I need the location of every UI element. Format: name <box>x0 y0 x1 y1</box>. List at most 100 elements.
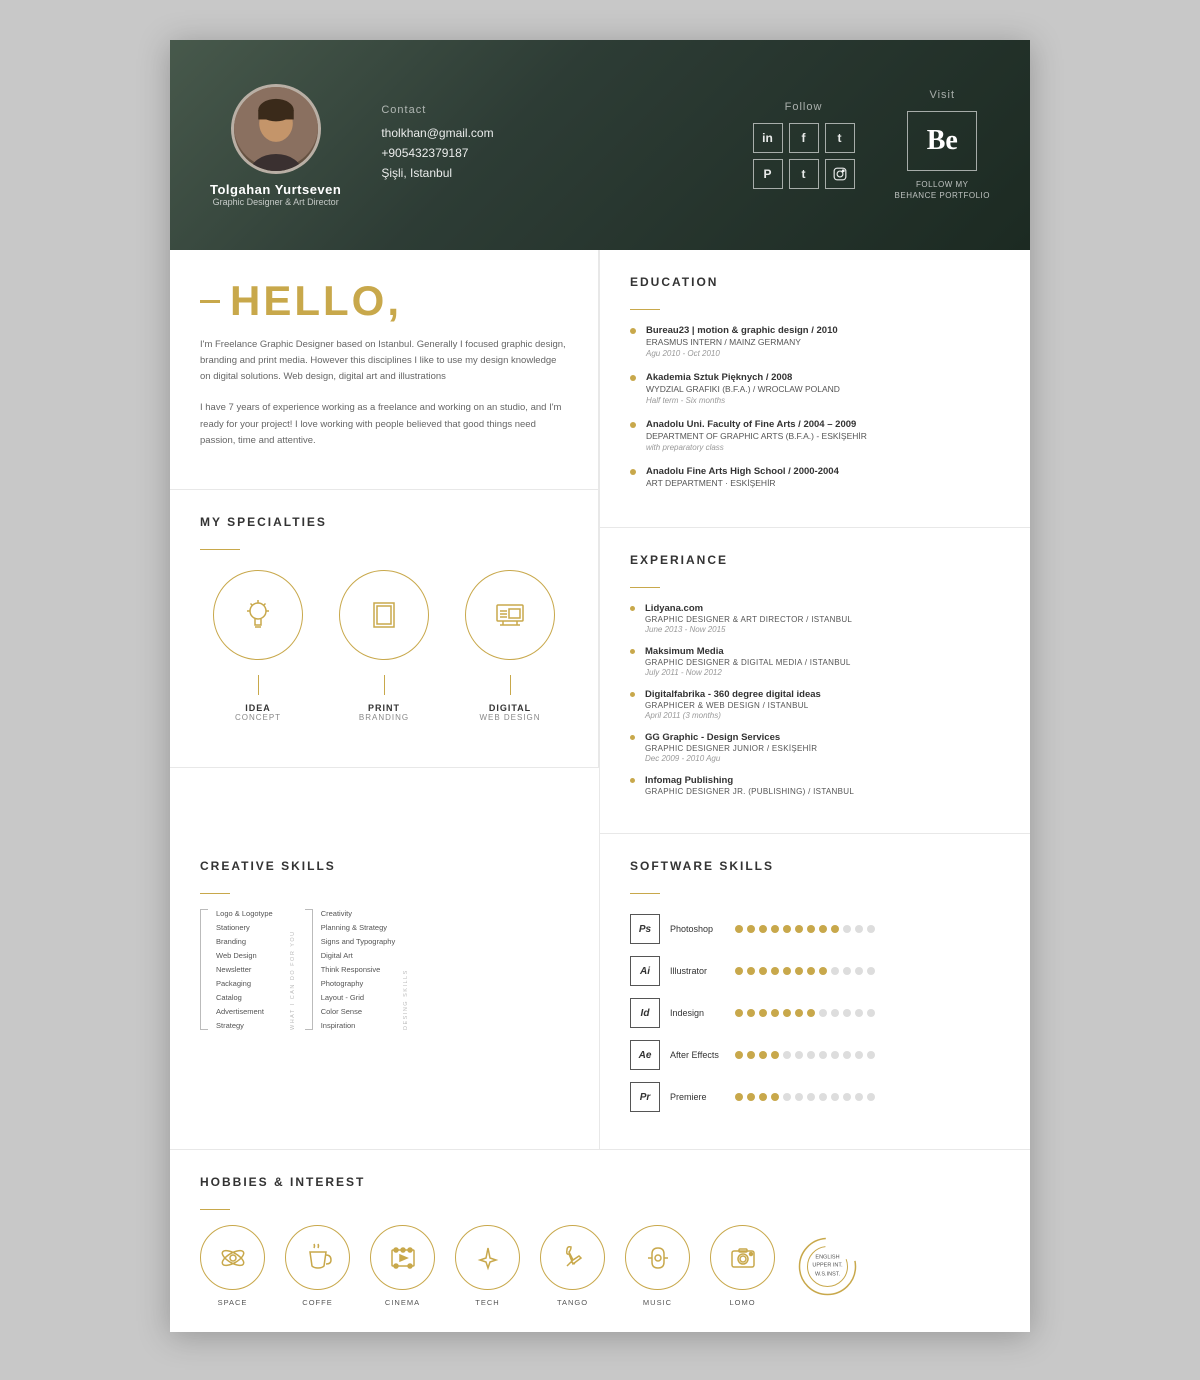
sw-dot-1-3 <box>771 967 779 975</box>
edu-item-4: Anadolu Fine Arts High School / 2000-200… <box>630 466 1000 488</box>
sw-dot-1-6 <box>807 967 815 975</box>
sw-name-0: Photoshop <box>670 924 735 934</box>
exp-title-4: GG Graphic - Design Services <box>645 732 817 743</box>
left-bracket <box>200 909 208 1030</box>
cs-col2-item-9: Inspiration <box>321 1021 396 1030</box>
specialty-label-3: DIGITAL <box>489 703 531 713</box>
hobby-lomo-circle <box>710 1225 775 1290</box>
education-title: EDUCATION <box>630 275 1000 289</box>
sw-dot-2-7 <box>819 1009 827 1017</box>
sw-dot-2-5 <box>795 1009 803 1017</box>
sw-dot-0-9 <box>843 925 851 933</box>
sw-item-1: AiIllustrator <box>630 956 1000 986</box>
specialty-idea-circle <box>213 570 303 660</box>
exp-item-2: Maksimum Media GRAPHIC DESIGNER & DIGITA… <box>630 646 1000 677</box>
specialty-print-circle <box>339 570 429 660</box>
hobby-tech-label: TECH <box>475 1298 499 1307</box>
sw-dot-4-6 <box>807 1093 815 1101</box>
pinterest-icon[interactable]: P <box>753 159 783 189</box>
experience-section: EXPERIANCE Lidyana.com GRAPHIC DESIGNER … <box>600 528 1030 834</box>
exp-dot-2 <box>630 649 635 654</box>
edu-dot-2 <box>630 375 636 381</box>
facebook-icon[interactable]: f <box>789 123 819 153</box>
sw-dot-4-5 <box>795 1093 803 1101</box>
twitter-icon[interactable]: t <box>825 123 855 153</box>
cs-col2-item-2: Planning & Strategy <box>321 923 396 932</box>
cs-col2-item-6: Photography <box>321 979 396 988</box>
sw-dot-2-2 <box>759 1009 767 1017</box>
exp-item-5: Infomag Publishing GRAPHIC DESIGNER JR. … <box>630 775 1000 796</box>
phone: +905432379187 <box>381 146 712 160</box>
cs-left-group: Logo & Logotype Stationery Branding Web … <box>200 909 281 1030</box>
cs-col2-item-5: Think Responsive <box>321 965 396 974</box>
social-icons: in f t P t <box>753 123 855 189</box>
hobby-coffe-circle <box>285 1225 350 1290</box>
specialty-label-1: IDEA <box>245 703 271 713</box>
sw-dot-0-8 <box>831 925 839 933</box>
design-label: DESING SKILLS <box>403 909 409 1030</box>
hello-section: HELLO, I'm Freelance Graphic Designer ba… <box>170 250 599 490</box>
edu-sub-4: ART DEPARTMENT · ESKİŞEHİR <box>646 478 839 488</box>
experience-title: EXPERIANCE <box>630 553 1000 567</box>
contact-section: Contact tholkhan@gmail.com +905432379187… <box>381 104 712 186</box>
edu-date-2: Half term - Six months <box>646 396 840 405</box>
sw-dot-0-11 <box>867 925 875 933</box>
sw-dot-1-10 <box>855 967 863 975</box>
specialty-sublabel-2: BRANDING <box>359 713 409 722</box>
sw-name-3: After Effects <box>670 1050 735 1060</box>
linkedin-icon[interactable]: in <box>753 123 783 153</box>
cs-col2-item-1: Creativity <box>321 909 396 918</box>
sw-dot-2-6 <box>807 1009 815 1017</box>
behance-label: FOLLOW MYBEHANCE PORTFOLIO <box>895 179 990 201</box>
sw-dots-1 <box>735 967 875 975</box>
header: Tolgahan Yurtseven Graphic Designer & Ar… <box>170 40 1030 250</box>
sw-dot-4-3 <box>771 1093 779 1101</box>
hobby-music-label: MUSIC <box>643 1298 672 1307</box>
cs-col1-item-1: Logo & Logotype <box>216 909 273 918</box>
software-skills-section: SOFTWARE SKILLS PsPhotoshopAiIllustrator… <box>600 834 1030 1149</box>
follow-section: Follow in f t P t <box>753 101 855 189</box>
sw-dot-3-6 <box>807 1051 815 1059</box>
person-title: Graphic Designer & Art Director <box>213 197 339 207</box>
sw-dot-2-1 <box>747 1009 755 1017</box>
creative-skills-title: CREATIVE SKILLS <box>200 859 569 873</box>
hobby-tech-circle <box>455 1225 520 1290</box>
sw-dot-3-9 <box>843 1051 851 1059</box>
sw-dot-2-3 <box>771 1009 779 1017</box>
hobby-cinema-circle <box>370 1225 435 1290</box>
sw-icon-3: Ae <box>630 1040 660 1070</box>
exp-dot-1 <box>630 606 635 611</box>
specialty-print: PRINT BRANDING <box>326 570 442 722</box>
exp-date-3: April 2011 (3 months) <box>645 711 821 720</box>
sw-dot-3-5 <box>795 1051 803 1059</box>
exp-dot-5 <box>630 778 635 783</box>
cs-col1-item-5: Newsletter <box>216 965 273 974</box>
cs-col1-item-6: Packaging <box>216 979 273 988</box>
cs-col2-item-7: Layout - Grid <box>321 993 396 1002</box>
sw-dot-0-0 <box>735 925 743 933</box>
instagram-icon[interactable] <box>825 159 855 189</box>
exp-sub-4: GRAPHIC DESIGNER JUNIOR / ESKİŞEHİR <box>645 744 817 753</box>
edu-title-3: Anadolu Uni. Faculty of Fine Arts / 2004… <box>646 419 867 430</box>
sw-dot-2-10 <box>855 1009 863 1017</box>
behance-icon[interactable]: Be <box>907 111 977 171</box>
contact-label: Contact <box>381 104 712 116</box>
sw-dot-3-0 <box>735 1051 743 1059</box>
sw-dot-0-10 <box>855 925 863 933</box>
exp-title-5: Infomag Publishing <box>645 775 854 786</box>
sw-dot-3-11 <box>867 1051 875 1059</box>
sw-dot-3-4 <box>783 1051 791 1059</box>
edu-item-1: Bureau23 | motion & graphic design / 201… <box>630 325 1000 358</box>
sw-dot-0-1 <box>747 925 755 933</box>
hobbies-title: HOBBIES & INTEREST <box>200 1175 1000 1189</box>
exp-dot-4 <box>630 735 635 740</box>
exp-title-2: Maksimum Media <box>645 646 851 657</box>
specialty-digital-circle <box>465 570 555 660</box>
sw-dot-2-8 <box>831 1009 839 1017</box>
sw-item-4: PrPremiere <box>630 1082 1000 1112</box>
edu-dot-1 <box>630 328 636 334</box>
sw-dot-1-5 <box>795 967 803 975</box>
tumblr-icon[interactable]: t <box>789 159 819 189</box>
sw-dot-0-5 <box>795 925 803 933</box>
exp-sub-5: GRAPHIC DESIGNER JR. (PUBLISHING) / ISTA… <box>645 787 854 796</box>
